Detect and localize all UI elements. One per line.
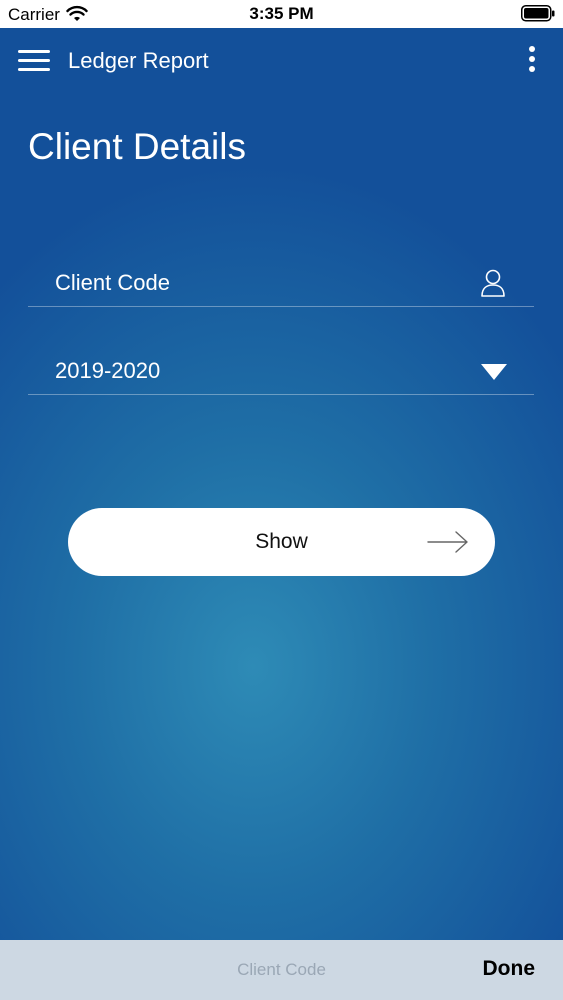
nav-bar: Ledger Report — [0, 28, 563, 94]
page-title: Client Details — [28, 126, 246, 167]
app-screen: Ledger Report Client Details Client Code… — [0, 28, 563, 940]
keyboard-bar-placeholder: Client Code — [237, 960, 326, 979]
status-time: 3:35 PM — [249, 4, 314, 23]
client-code-placeholder: Client Code — [55, 270, 170, 295]
dropdown-triangle-icon — [481, 364, 507, 380]
more-vertical-icon[interactable] — [527, 46, 537, 76]
show-button[interactable]: Show — [68, 508, 495, 576]
client-code-field[interactable]: Client Code — [28, 256, 534, 307]
done-button[interactable]: Done — [483, 957, 536, 981]
hamburger-menu-icon[interactable] — [18, 50, 50, 74]
financial-year-value: 2019-2020 — [55, 358, 161, 383]
user-icon — [481, 269, 505, 297]
battery-icon — [521, 5, 555, 22]
nav-title: Ledger Report — [68, 48, 209, 73]
status-bar: Carrier 3:35 PM — [0, 0, 563, 28]
financial-year-dropdown[interactable]: 2019-2020 — [28, 344, 534, 395]
arrow-right-icon — [427, 531, 468, 553]
keyboard-accessory-bar: Client Code Done — [0, 940, 563, 1000]
